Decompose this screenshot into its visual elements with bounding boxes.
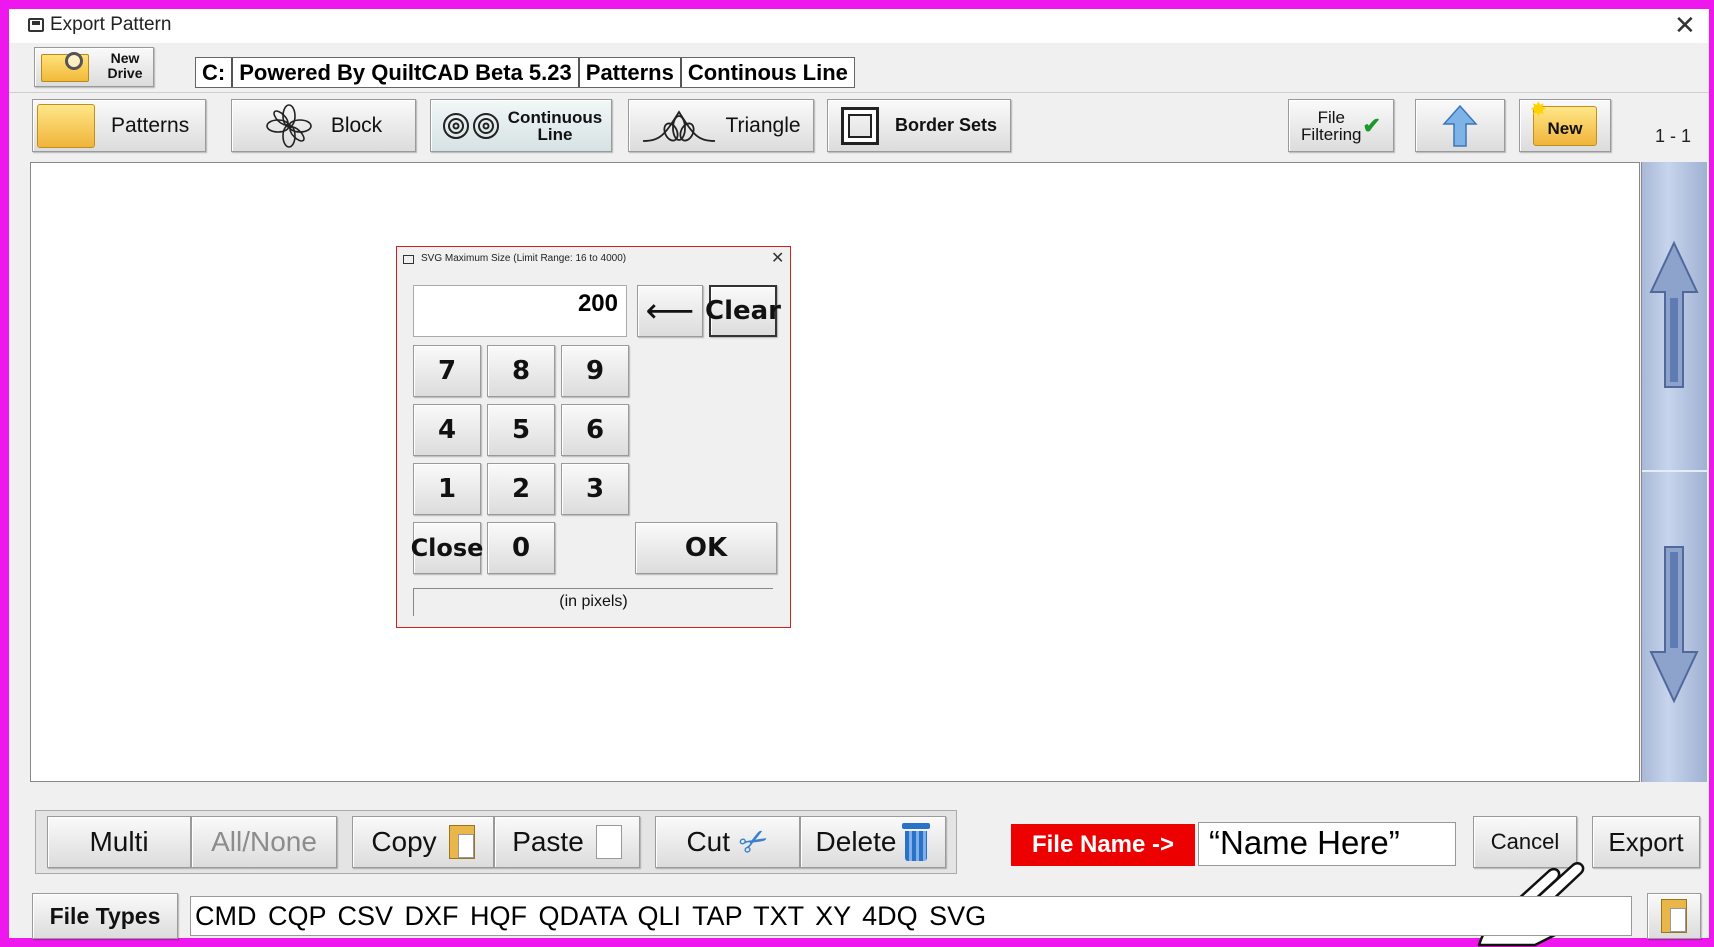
key-2[interactable]: 2 [487, 463, 555, 515]
value-display[interactable]: 200 [413, 285, 627, 337]
close-window-button[interactable]: ✕ [1674, 10, 1696, 41]
block-pattern-icon [266, 103, 312, 148]
continuous-line-label-top: Continuous [507, 107, 603, 127]
copy-button[interactable]: Copy [352, 816, 494, 868]
units-note: (in pixels) [413, 588, 773, 616]
star-icon: ✸ [1530, 98, 1547, 121]
continuous-line-button[interactable]: Continuous Line [430, 99, 612, 152]
triangle-button[interactable]: Triangle [628, 99, 814, 152]
dialog-app-icon [403, 255, 414, 264]
dialog-close-icon[interactable]: ✕ [771, 248, 784, 268]
file-filtering-label: File Filtering [1301, 109, 1361, 143]
border-sets-button[interactable]: Border Sets [827, 99, 1011, 152]
file-types-label: File Types [49, 902, 161, 929]
cut-button[interactable]: Cut ✂ [655, 816, 800, 868]
trash-icon [902, 823, 931, 861]
checkmark-icon: ✔ [1362, 112, 1381, 138]
title-bar [9, 9, 1709, 43]
pattern-list-area[interactable] [30, 162, 1640, 782]
continuous-line-label: Continuous Line [508, 109, 602, 143]
breadcrumb-continous-line[interactable]: Continous Line [682, 58, 854, 87]
file-name-label: File Name -> [1011, 824, 1195, 866]
triangle-label: Triangle [725, 113, 801, 137]
patterns-label: Patterns [111, 113, 190, 137]
cancel-label: Cancel [1490, 829, 1560, 854]
up-folder-button[interactable] [1415, 99, 1505, 152]
breadcrumb: C: Powered By QuiltCAD Beta 5.23 Pattern… [195, 57, 855, 88]
block-label: Block [330, 113, 383, 137]
scroll-up-button[interactable] [1642, 162, 1707, 472]
clipboard-icon [448, 825, 475, 859]
magnifier-icon [65, 52, 83, 70]
file-filtering-button[interactable]: File Filtering ✔ [1288, 99, 1394, 152]
key-0[interactable]: 0 [487, 522, 555, 574]
vertical-scrollbar[interactable] [1641, 162, 1707, 782]
copy-label: Copy [371, 826, 437, 857]
export-label: Export [1608, 826, 1684, 857]
cut-label: Cut [686, 826, 731, 857]
block-button[interactable]: Block [231, 99, 416, 152]
continuous-line-label-bottom: Line [537, 124, 573, 144]
file-types-button[interactable]: File Types [32, 893, 178, 939]
scroll-down-button[interactable] [1642, 474, 1707, 782]
multi-label: Multi [89, 826, 149, 857]
key-6[interactable]: 6 [561, 404, 629, 456]
delete-label: Delete [815, 826, 897, 857]
key-4[interactable]: 4 [413, 404, 481, 456]
page-indicator: 1 - 1 [1655, 126, 1692, 146]
dialog-title: SVG Maximum Size (Limit Range: 16 to 400… [421, 253, 627, 264]
scroll-up-icon [1649, 240, 1699, 388]
ok-button[interactable]: OK [635, 522, 777, 574]
new-folder-button[interactable]: ✸ New [1519, 99, 1611, 152]
file-types-list: CMD CQP CSV DXF HQF QDATA QLI TAP TXT XY… [190, 896, 1632, 936]
key-1[interactable]: 1 [413, 463, 481, 515]
border-sets-label: Border Sets [894, 115, 998, 135]
all-none-button[interactable]: All/None [191, 816, 337, 868]
up-arrow-icon [1442, 104, 1478, 147]
key-9[interactable]: 9 [561, 345, 629, 397]
all-none-label: All/None [211, 826, 317, 857]
key-7[interactable]: 7 [413, 345, 481, 397]
divider [9, 92, 1709, 93]
new-folder-icon: ✸ New [1530, 99, 1597, 146]
breadcrumb-drive[interactable]: C: [196, 58, 234, 87]
border-square-icon [840, 106, 879, 145]
new-drive-button[interactable]: New Drive [34, 47, 154, 87]
new-label: New [1547, 118, 1583, 138]
close-dialog-button[interactable]: Close [411, 522, 483, 574]
triangle-pattern-icon [643, 109, 716, 142]
scissors-icon: ✂ [732, 818, 777, 866]
breadcrumb-patterns[interactable]: Patterns [580, 58, 682, 87]
breadcrumb-root[interactable]: Powered By QuiltCAD Beta 5.23 [233, 58, 580, 87]
scroll-down-icon [1649, 546, 1699, 704]
paste-clipboard-button[interactable] [1647, 893, 1701, 939]
left-arrow-icon: ⟵ [645, 291, 695, 331]
clear-button[interactable]: Clear [705, 285, 781, 337]
key-8[interactable]: 8 [487, 345, 555, 397]
file-name-input[interactable]: “Name Here” [1198, 822, 1456, 866]
multi-button[interactable]: Multi [47, 816, 191, 868]
backspace-button[interactable]: ⟵ [637, 285, 703, 337]
paste-button[interactable]: Paste [494, 816, 640, 868]
page-icon [595, 825, 622, 859]
window-title: Export Pattern [50, 14, 172, 35]
svg-max-size-dialog: SVG Maximum Size (Limit Range: 16 to 400… [396, 246, 791, 628]
new-drive-label: New Drive [107, 50, 143, 81]
continuous-line-icon [442, 112, 499, 139]
file-filtering-label-bottom: Filtering [1301, 124, 1362, 144]
folder-icon [37, 103, 95, 148]
export-button[interactable]: Export [1592, 816, 1700, 868]
clipboard-icon [1661, 899, 1687, 933]
file-filtering-label-top: File [1317, 107, 1345, 127]
key-5[interactable]: 5 [487, 404, 555, 456]
delete-button[interactable]: Delete [800, 816, 946, 868]
paste-label: Paste [512, 826, 584, 857]
patterns-button[interactable]: Patterns [32, 99, 206, 152]
app-icon [28, 18, 44, 32]
key-3[interactable]: 3 [561, 463, 629, 515]
